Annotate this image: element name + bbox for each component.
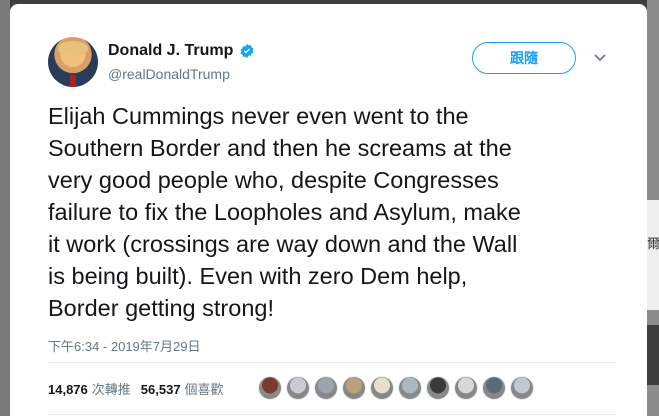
tweet-text: Elijah Cummings never even went to the S… <box>48 103 521 321</box>
liker-avatar[interactable] <box>314 376 338 400</box>
chevron-down-icon[interactable] <box>594 53 606 63</box>
background-side-card <box>647 200 659 310</box>
likes-label: 個喜歡 <box>184 381 224 397</box>
liker-avatar[interactable] <box>258 376 282 400</box>
author-handle[interactable]: @realDonaldTrump <box>108 66 230 82</box>
author-avatar[interactable] <box>48 37 98 87</box>
likes-stat[interactable]: 56,537 個喜歡 <box>141 379 224 398</box>
retweets-stat[interactable]: 14,876 次轉推 <box>48 379 131 398</box>
likers-avatar-list <box>258 376 538 400</box>
follow-button[interactable]: 跟隨 <box>472 42 576 74</box>
liker-avatar[interactable] <box>482 376 506 400</box>
tweet-timestamp[interactable]: 下午6:34 - 2019年7月29日 <box>48 336 200 355</box>
background-side-image <box>647 325 659 385</box>
avatar-tie-shape <box>70 75 76 87</box>
liker-avatar[interactable] <box>454 376 478 400</box>
background-side-text: 爾 <box>647 236 659 251</box>
divider <box>48 414 616 415</box>
liker-avatar[interactable] <box>426 376 450 400</box>
retweets-label: 次轉推 <box>91 381 131 397</box>
background-left-edge <box>0 0 10 416</box>
verified-badge-icon <box>240 44 254 58</box>
liker-avatar[interactable] <box>510 376 534 400</box>
author-name-row[interactable]: Donald J. Trump <box>108 42 255 60</box>
liker-avatar[interactable] <box>370 376 394 400</box>
likes-count: 56,537 <box>140 381 181 397</box>
tweet-card: Donald J. Trump @realDonaldTrump 跟隨 Elij… <box>10 4 647 416</box>
liker-avatar[interactable] <box>398 376 422 400</box>
divider <box>48 362 616 363</box>
liker-avatar[interactable] <box>342 376 366 400</box>
tweet-stats: 14,876 次轉推 56,537 個喜歡 <box>48 374 234 402</box>
liker-avatar[interactable] <box>286 376 310 400</box>
retweets-count: 14,876 <box>48 381 88 397</box>
author-display-name[interactable]: Donald J. Trump <box>108 42 233 60</box>
avatar-hair-shape <box>58 41 88 55</box>
